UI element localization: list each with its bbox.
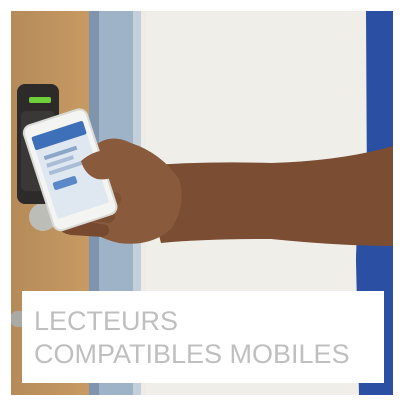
caption-box: LECTEURS COMPATIBLES MOBILES <box>22 291 384 383</box>
reader-led <box>29 97 51 103</box>
tile-caption: LECTEURS COMPATIBLES MOBILES <box>34 306 350 369</box>
tile[interactable]: LECTEURS COMPATIBLES MOBILES <box>0 0 404 405</box>
